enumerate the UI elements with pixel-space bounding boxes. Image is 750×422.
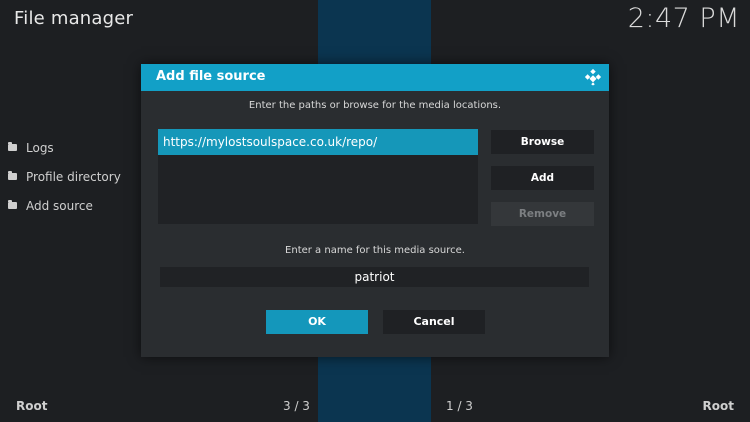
dialog-header: Add file source [141,64,609,91]
path-list[interactable]: https://mylostsoulspace.co.uk/repo/ [158,129,478,224]
ok-button[interactable]: OK [266,310,368,334]
sidebar-item-add-source[interactable]: Add source [8,191,121,220]
sidebar-item-label: Profile directory [26,169,121,184]
name-hint: Enter a name for this media source. [285,245,465,256]
sidebar-item-label: Logs [26,140,54,155]
paths-hint: Enter the paths or browse for the media … [248,100,502,111]
folder-icon [8,200,17,209]
footer-right-count: 1 / 3 [446,399,473,413]
sidebar-item-profile-directory[interactable]: Profile directory [8,162,121,191]
dialog-title: Add file source [156,69,266,84]
add-file-source-dialog: Add file source Enter the paths or brows… [141,64,609,357]
sidebar-list: Logs Profile directory Add source [8,133,121,220]
window-title: File manager [14,8,134,29]
sidebar-item-label: Add source [26,198,93,213]
footer-bar: Root 3 / 3 1 / 3 Root [0,392,750,422]
media-source-name-input[interactable]: patriot [160,267,589,287]
footer-right-path: Root [702,399,734,413]
remove-button[interactable]: Remove [491,202,594,226]
footer-left-count: 3 / 3 [283,399,310,413]
browse-button[interactable]: Browse [491,130,594,154]
path-list-item[interactable]: https://mylostsoulspace.co.uk/repo/ [158,129,478,155]
cancel-button[interactable]: Cancel [383,310,485,334]
footer-left-path: Root [16,399,48,413]
folder-icon [8,171,17,180]
folder-icon [8,142,17,151]
sidebar-item-logs[interactable]: Logs [8,133,121,162]
clock: 2:47 PM [627,3,740,34]
file-manager-screen: File manager 2:47 PM Logs Profile direct… [0,0,750,422]
add-button[interactable]: Add [491,166,594,190]
kodi-logo-icon [584,68,602,86]
